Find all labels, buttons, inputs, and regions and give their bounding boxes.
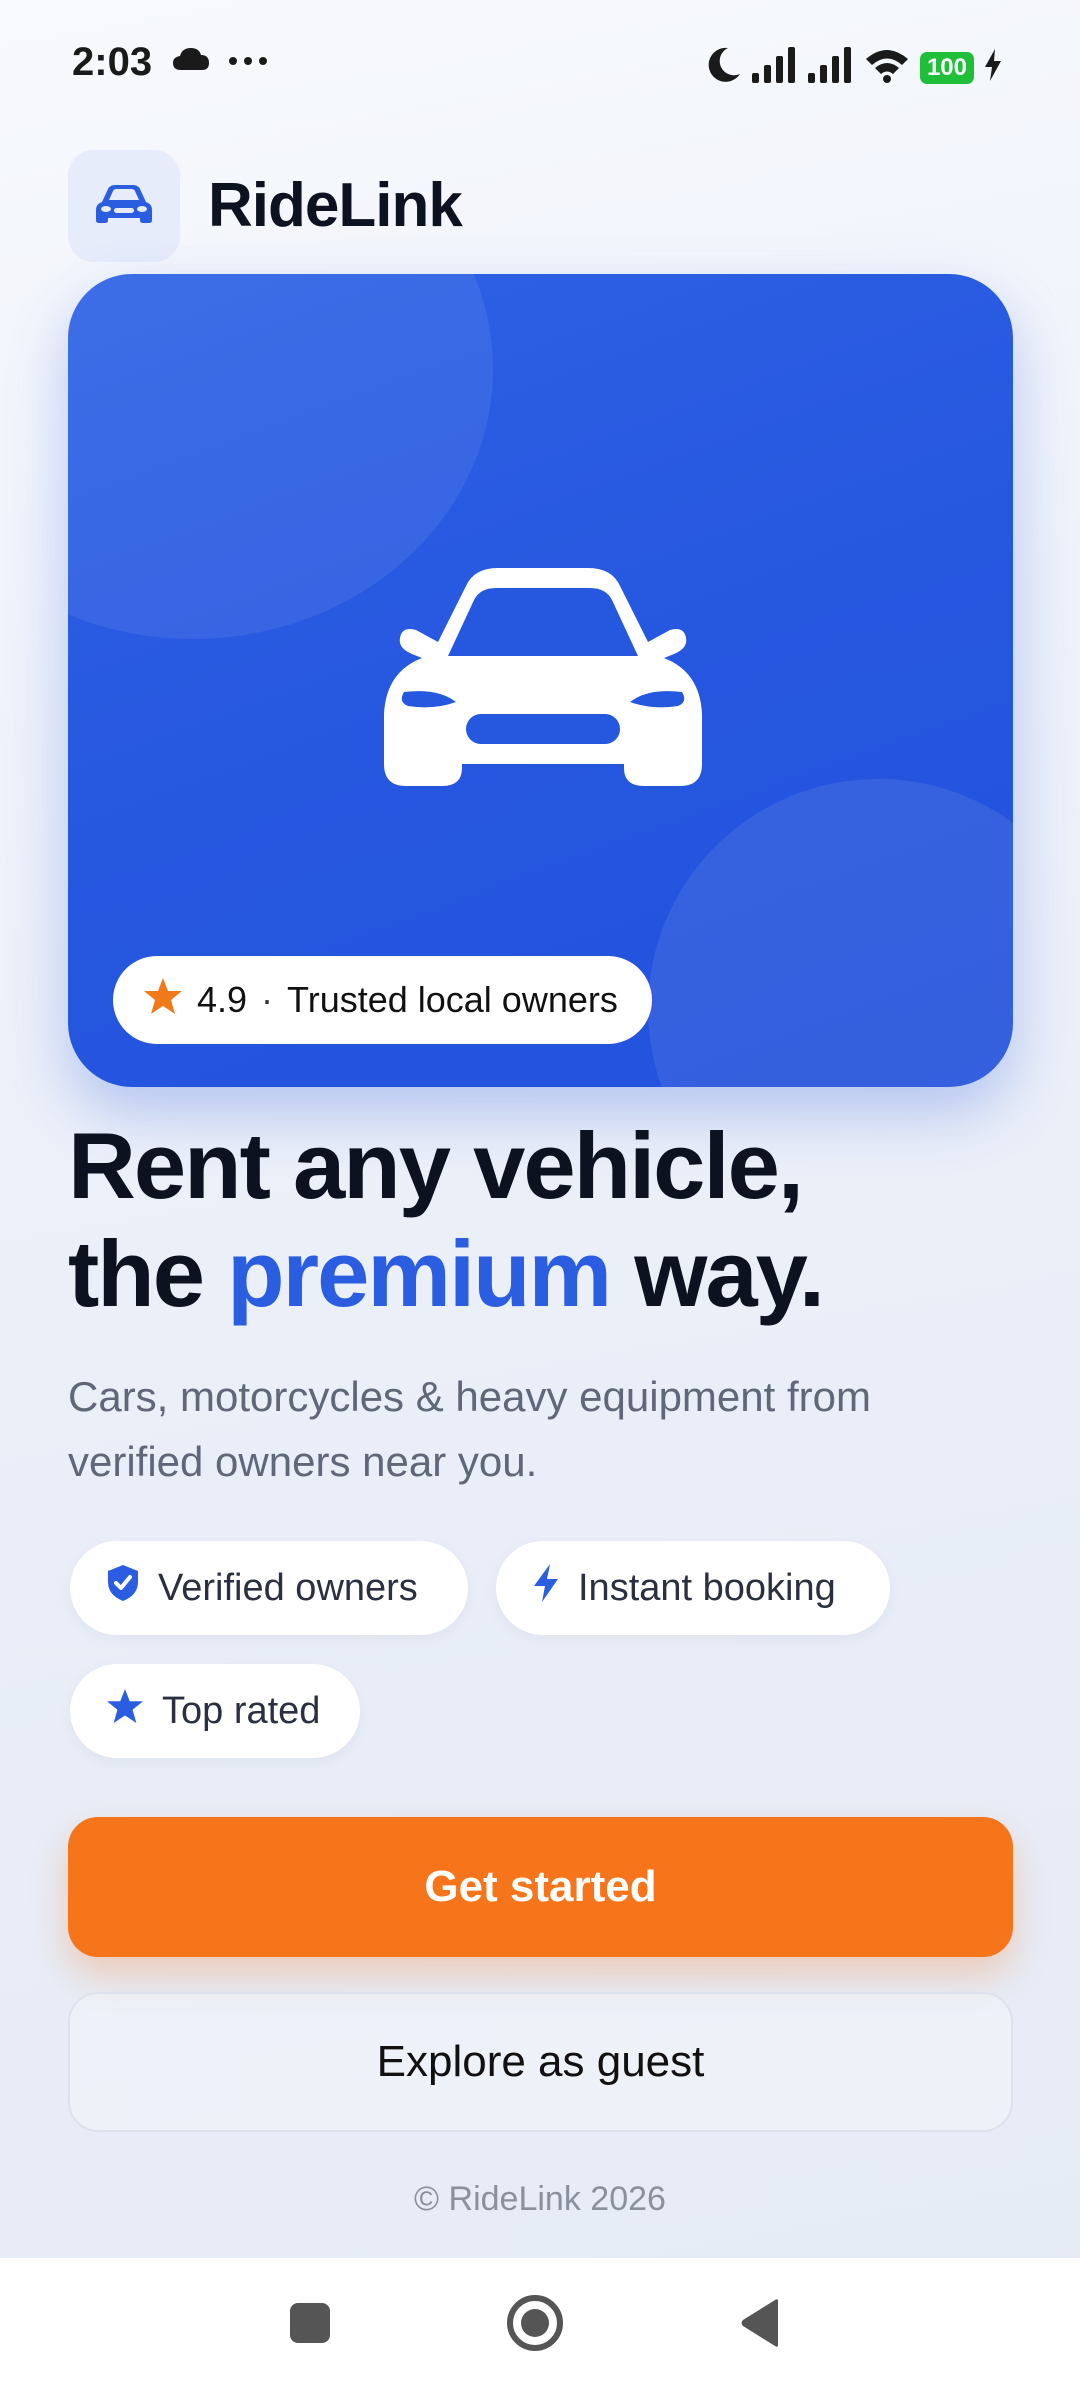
- headline-suffix: way.: [610, 1221, 825, 1326]
- shield-check-icon: [106, 1564, 140, 1612]
- hero-card: 4.9 · Trusted local owners: [68, 274, 1013, 1087]
- star-icon: [143, 977, 183, 1024]
- star-icon: [106, 1688, 144, 1734]
- chip-verified-owners: Verified owners: [70, 1541, 468, 1635]
- chip-label: Top rated: [162, 1689, 321, 1732]
- rating-label: Trusted local owners: [287, 979, 618, 1020]
- hero-decor-circle: [648, 779, 1013, 1087]
- headline-prefix: the: [68, 1221, 228, 1326]
- chip-top-rated: Top rated: [70, 1664, 360, 1758]
- back-button[interactable]: [720, 2258, 800, 2392]
- get-started-button[interactable]: Get started: [68, 1817, 1013, 1957]
- chip-instant-booking: Instant booking: [496, 1541, 890, 1635]
- charging-icon: [984, 49, 1002, 86]
- rating-value: 4.9: [197, 979, 248, 1020]
- wifi-icon: [864, 47, 910, 88]
- cloud-icon: [172, 46, 210, 77]
- app-logo: [68, 150, 180, 262]
- more-dots-icon: [228, 53, 268, 71]
- moon-icon: [706, 46, 742, 89]
- status-time: 2:03: [72, 40, 153, 84]
- signal-icon: [807, 47, 854, 88]
- system-nav-bar: [0, 2258, 1080, 2392]
- car-icon: [94, 182, 154, 231]
- battery-icon: 100: [919, 51, 974, 84]
- app-name: RideLink: [208, 171, 463, 240]
- status-bar: 2:03 100: [0, 0, 1080, 130]
- square-icon: [289, 2302, 331, 2349]
- rating-separator: ·: [261, 979, 274, 1020]
- signal-icon: [751, 47, 798, 88]
- chip-label: Verified owners: [158, 1566, 418, 1609]
- headline-accent: premium: [227, 1221, 612, 1326]
- recents-button[interactable]: [270, 2258, 350, 2392]
- lightning-icon: [532, 1563, 560, 1613]
- copyright: © RideLink 2026: [414, 2180, 666, 2218]
- explore-as-guest-button[interactable]: Explore as guest: [68, 1992, 1013, 2132]
- status-right-icons: 100: [706, 46, 1002, 89]
- status-left-icons: [172, 46, 268, 77]
- headline-line-2: the premium way.: [68, 1220, 825, 1328]
- home-button[interactable]: [495, 2258, 575, 2392]
- headline: Rent any vehicle, the premium way.: [68, 1112, 825, 1328]
- chip-label: Instant booking: [578, 1566, 836, 1609]
- home-circle-icon: [505, 2293, 565, 2358]
- rating-pill: 4.9 · Trusted local owners: [113, 956, 652, 1044]
- car-icon: [378, 564, 708, 795]
- headline-line-1: Rent any vehicle,: [68, 1113, 804, 1218]
- back-triangle-icon: [738, 2298, 782, 2353]
- subtitle: Cars, motorcycles & heavy equipment from…: [68, 1373, 871, 1485]
